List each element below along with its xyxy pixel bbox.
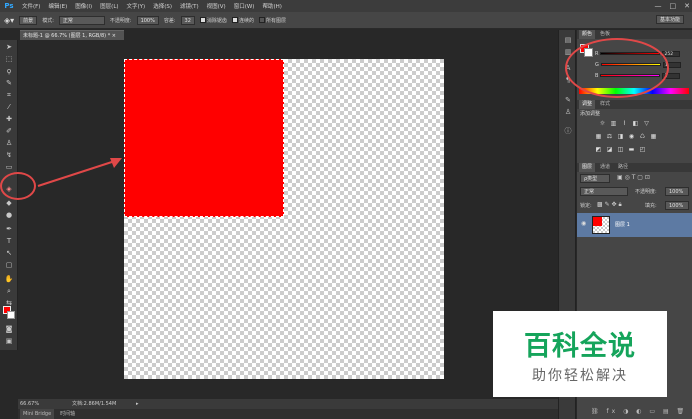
watermark-subtitle: 助你轻松解决	[532, 368, 628, 384]
watermark-title: 百科全说	[524, 331, 636, 362]
